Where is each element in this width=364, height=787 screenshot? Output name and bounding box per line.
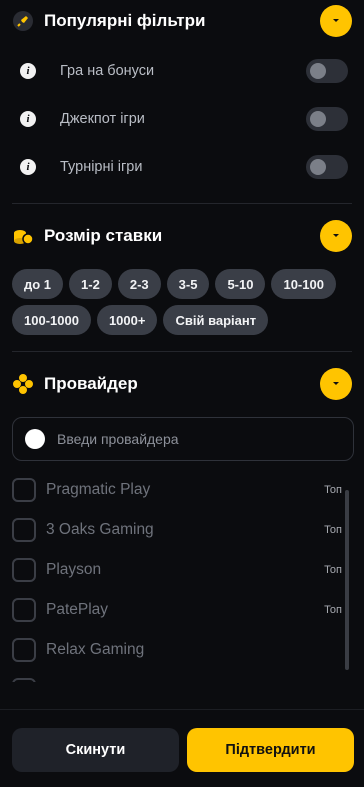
provider-title: Провайдер — [44, 374, 138, 393]
bet-chip[interactable]: 3-5 — [166, 269, 210, 299]
provider-list[interactable]: Pragmatic Play Топ 3 Oaks Gaming Топ Pla… — [12, 470, 352, 682]
bet-chip-custom[interactable]: Свій варіант — [163, 305, 269, 335]
toggle-row-jackpot: i Джекпот ігри — [12, 104, 352, 134]
provider-search — [12, 417, 354, 461]
bet-size-collapse-button[interactable] — [320, 220, 352, 252]
info-icon[interactable]: i — [20, 159, 36, 175]
chevron-down-icon — [333, 19, 339, 22]
list-item[interactable]: Relax Gaming — [12, 630, 352, 670]
bet-chip[interactable]: 5-10 — [215, 269, 266, 299]
info-icon[interactable]: i — [20, 111, 36, 127]
jackpot-toggle[interactable] — [306, 107, 348, 131]
provider-header: Провайдер — [12, 367, 352, 401]
list-item[interactable]: Playson Топ — [12, 550, 352, 590]
provider-search-input[interactable] — [57, 431, 317, 447]
top-badge: Топ — [324, 564, 342, 576]
divider — [12, 203, 352, 204]
coins-icon — [12, 225, 34, 247]
toggle-label: Джекпот ігри — [60, 111, 145, 127]
reset-button[interactable]: Скинути — [12, 728, 179, 772]
bet-chip[interactable]: 1000+ — [96, 305, 158, 335]
bet-size-title: Розмір ставки — [44, 226, 163, 245]
top-badge: Топ — [324, 524, 342, 536]
provider-name: Pragmatic Play — [46, 481, 151, 498]
top-badge: Топ — [324, 604, 342, 616]
clover-icon — [12, 373, 34, 395]
rocket-icon — [12, 10, 34, 32]
top-badge: Топ — [324, 484, 342, 496]
confirm-button[interactable]: Підтвердити — [187, 728, 354, 772]
provider-checkbox[interactable] — [12, 478, 36, 502]
provider-name: PatePlay — [46, 601, 109, 618]
provider-checkbox[interactable] — [12, 678, 36, 682]
provider-collapse-button[interactable] — [320, 368, 352, 400]
bet-chip[interactable]: 100-1000 — [12, 305, 91, 335]
info-icon[interactable]: i — [20, 63, 36, 79]
bet-size-chips: до 1 1-2 2-3 3-5 5-10 10-100 100-1000 10… — [12, 269, 352, 341]
toggle-row-bonus-buy: i Гра на бонуси — [12, 56, 352, 86]
popular-filters-title: Популярні фільтри — [44, 11, 206, 30]
provider-checkbox[interactable] — [12, 558, 36, 582]
provider-name: Relax Gaming — [46, 641, 145, 658]
provider-name: 3 Oaks Gaming — [46, 521, 154, 538]
tournament-toggle[interactable] — [306, 155, 348, 179]
provider-checkbox[interactable] — [12, 638, 36, 662]
provider-checkbox[interactable] — [12, 598, 36, 622]
toggle-row-tournament: i Турнірні ігри — [12, 152, 352, 182]
popular-filters-collapse-button[interactable] — [320, 5, 352, 37]
provider-name: Playson — [46, 561, 102, 578]
bet-chip[interactable]: 1-2 — [69, 269, 112, 299]
list-item-partial[interactable] — [12, 670, 352, 682]
chevron-down-icon — [333, 382, 339, 385]
bet-chip[interactable]: до 1 — [12, 269, 64, 299]
provider-list-scrollbar[interactable] — [345, 490, 349, 670]
provider-checkbox[interactable] — [12, 518, 36, 542]
toggle-label: Гра на бонуси — [60, 63, 155, 79]
bet-size-header: Розмір ставки — [12, 219, 352, 253]
bet-chip[interactable]: 10-100 — [271, 269, 336, 299]
bonus-buy-toggle[interactable] — [306, 59, 348, 83]
popular-filters-header: Популярні фільтри — [12, 4, 352, 38]
search-icon — [25, 429, 45, 449]
toggle-label: Турнірні ігри — [60, 159, 143, 175]
list-item[interactable]: PatePlay Топ — [12, 590, 352, 630]
list-item[interactable]: 3 Oaks Gaming Топ — [12, 510, 352, 550]
list-item[interactable]: Pragmatic Play Топ — [12, 470, 352, 510]
divider — [12, 351, 352, 352]
bet-chip[interactable]: 2-3 — [117, 269, 161, 299]
footer-actions: Скинути Підтвердити — [0, 709, 364, 787]
chevron-down-icon — [333, 234, 339, 237]
